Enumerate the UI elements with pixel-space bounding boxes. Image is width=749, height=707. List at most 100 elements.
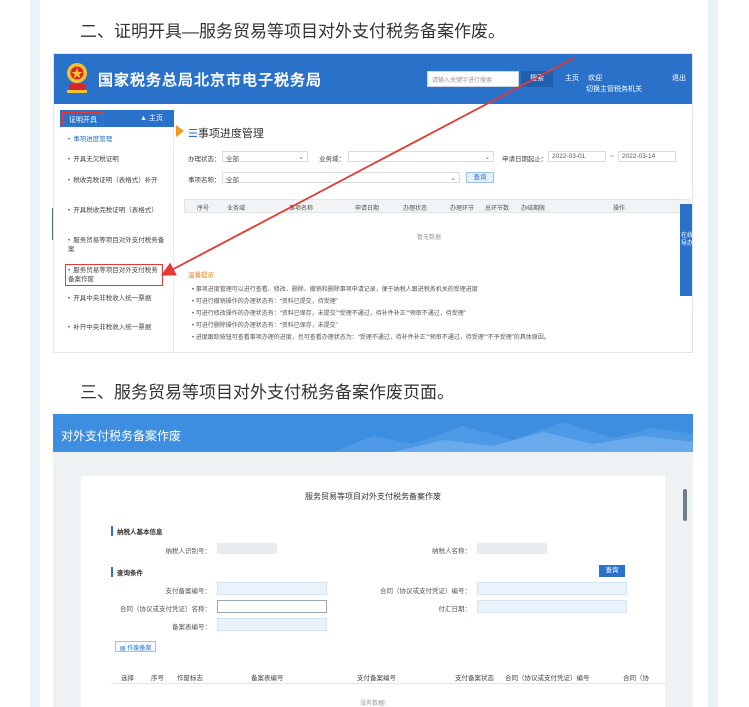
sidebar-header: 证明开具 ▲ 主页 — [60, 110, 174, 127]
item-name-value: 全部 — [226, 177, 239, 184]
bullet-icon: • — [68, 267, 71, 274]
tip-text: 进度跟踪按钮可查看事项办理的进度，也可查看办理状态为：“受理不通过，待补件补正”… — [195, 335, 550, 341]
exit-link[interactable]: 退出 — [672, 73, 686, 83]
payment-date-input[interactable] — [477, 600, 627, 613]
tip-item: • 可进行删除操作的办理状态有：“资料已保存，未提交” — [192, 323, 338, 329]
item-name-label: 事项名称： — [188, 177, 221, 184]
record-form-no-input[interactable] — [217, 618, 327, 631]
online-guide-float-button[interactable]: 在线导办 — [680, 204, 692, 296]
date-range-label: 申请日期起止： — [502, 156, 548, 163]
business-filter-select[interactable]: ⌄ — [348, 151, 494, 162]
bullet-icon: • — [68, 156, 71, 163]
page-title: ☰事项进度管理 — [188, 125, 264, 141]
left-page-edge — [30, 0, 40, 707]
chevron-down-icon: ⌄ — [484, 154, 490, 161]
great-wall-decoration-icon — [333, 422, 693, 452]
tips-title: 温馨提示 — [188, 272, 214, 279]
payment-record-no-label: 支付备案编号： — [165, 588, 212, 595]
col-header: 办结期限 — [521, 206, 546, 212]
date-separator: ~ — [610, 153, 614, 160]
home-link[interactable]: 主页 — [565, 73, 579, 83]
sidebar-item-payment-record[interactable]: • 服务贸易等项目对外支付税务备案 — [68, 236, 166, 254]
col-header: 序号 — [197, 206, 210, 212]
title-bars-icon: ☰ — [188, 128, 198, 140]
chevron-down-icon: ⌄ — [450, 175, 456, 182]
empty-table-message: 暂无数据 — [417, 235, 442, 241]
col-header: 备案表编号 — [251, 675, 284, 682]
switch-tax-authority-link[interactable]: 切换主管税务机关 — [586, 84, 642, 94]
bullet-icon: • — [68, 324, 71, 331]
tip-text: 事项进度管理可以进行查看、修改、删除、撤销和删除事项申请记录，便于纳税人跟进税务… — [195, 287, 478, 293]
sidebar-item-label: 开具无欠税证明 — [73, 156, 119, 163]
payment-date-label: 付汇日期： — [438, 606, 472, 613]
form-title: 服务贸易等项目对外支付税务备案作废 — [305, 492, 441, 501]
sidebar-item-issue-nontax-receipt[interactable]: • 开具中央非税收入统一票据 — [68, 294, 166, 303]
bullet-icon: • — [68, 177, 71, 184]
record-form-no-label: 备案表编号： — [172, 624, 211, 631]
col-header: 序号 — [151, 675, 164, 682]
bullet-icon: • — [68, 237, 71, 244]
contract-no-input[interactable] — [477, 582, 627, 595]
sidebar-home-link[interactable]: ▲ 主页 — [140, 113, 163, 123]
sidebar-item-no-arrears[interactable]: • 开具无欠税证明 — [68, 155, 166, 164]
status-filter-value: 全部 — [226, 156, 239, 163]
article-heading-step-2: 二、证明开具—服务贸易等项目对外支付税务备案作废。 — [80, 22, 505, 41]
date-from-input[interactable]: 2022-03-01 — [548, 151, 606, 162]
bullet-icon: • — [68, 136, 71, 143]
welcome-text: 欢迎 — [588, 75, 602, 82]
scrollbar-thumb[interactable] — [683, 489, 687, 521]
col-header: 总环节数 — [485, 206, 510, 212]
empty-table-message: 没有数据! — [360, 701, 386, 707]
taxpayer-name-label: 纳税人名称： — [432, 548, 471, 555]
business-filter-label: 业务域： — [319, 156, 345, 163]
void-record-button[interactable]: ▤ 作废备案 — [115, 641, 157, 652]
col-header: 业务域 — [227, 206, 246, 212]
cancel-form-card: 服务贸易等项目对外支付税务备案作废 纳税人基本信息 纳税人识别号： 纳税人名称：… — [81, 476, 665, 707]
sidebar-item-reissue-certificate[interactable]: • 税收完税证明（表格式）补开 — [68, 176, 166, 185]
screenshot-progress-management: 国家税务总局北京市电子税务局 请输入关键字进行搜索 搜索 主页 欢迎 切换主管税… — [53, 53, 693, 353]
bullet-icon: • — [68, 295, 71, 302]
item-name-select[interactable]: 全部 ⌄ — [222, 172, 460, 184]
record-table-header: 选择 序号 作废标志 备案表编号 支付备案编号 支付备案状态 合同（协议或支付凭… — [111, 668, 665, 684]
sidebar-item-label: 事项进度管理 — [73, 136, 113, 143]
col-header: 合同（协 — [623, 675, 649, 682]
status-filter-label: 办理状态： — [188, 156, 221, 163]
sidebar-item-issue-certificate[interactable]: • 开具税收完税证明（表格式） — [68, 206, 166, 215]
contract-no-label: 合同（协议或支付凭证）编号： — [380, 588, 471, 595]
right-page-edge — [708, 0, 718, 707]
tip-item: • 可进行撤销操作的办理状态有：“资料已提交，待受理” — [192, 299, 338, 305]
date-to-input[interactable]: 2022-03-14 — [618, 151, 676, 162]
cancel-page-header-title: 对外支付税务备案作废 — [61, 429, 182, 443]
progress-main-panel: ☰事项进度管理 办理状态： 全部 ⌄ 业务域： ⌄ 申请日期起止： 2022-03… — [176, 116, 690, 352]
query-button[interactable]: 查询 — [599, 565, 625, 577]
query-button[interactable]: 查询 — [466, 172, 494, 183]
tip-item: • 可进行修改操作的办理状态有：“资料已保存，未提交”“受理不通过，待补件补正”… — [192, 311, 466, 317]
header-search-button[interactable]: 搜索 — [521, 71, 553, 87]
progress-title-text: 事项进度管理 — [197, 128, 264, 140]
col-header: 申请日期 — [355, 206, 380, 212]
query-section-title: 查询条件 — [111, 567, 143, 577]
sidebar-item-label: 开具税收完税证明（表格式） — [73, 207, 158, 214]
bullet-icon: • — [68, 207, 71, 214]
sidebar-tab-certificate[interactable]: 证明开具 — [62, 112, 104, 126]
contract-name-input[interactable] — [217, 600, 327, 613]
payment-record-no-input[interactable] — [217, 582, 327, 595]
sidebar-item-reissue-nontax-receipt[interactable]: • 补开中央非税收入统一票据 — [68, 323, 166, 332]
sidebar: 证明开具 ▲ 主页 • 事项进度管理 • 开具无欠税证明 • 税收完税证明（表格式）补… — [60, 110, 174, 352]
sidebar-item-payment-record-cancel[interactable]: • 服务贸易等项目对外支付税务备案作废 — [65, 264, 163, 286]
tax-emblem-icon — [67, 63, 87, 93]
article-heading-step-3: 三、服务贸易等项目对外支付税务备案作废页面。 — [80, 383, 454, 402]
sidebar-item-progress[interactable]: • 事项进度管理 — [68, 135, 166, 144]
col-header: 支付备案编号 — [357, 675, 396, 682]
cancel-page-header: 对外支付税务备案作废 — [53, 414, 693, 452]
col-header: 作废标志 — [177, 675, 203, 682]
sidebar-item-label: 税收完税证明（表格式）补开 — [73, 177, 158, 184]
taxpayer-id-value-redacted — [217, 543, 277, 554]
header-search-input[interactable]: 请输入关键字进行搜索 — [427, 71, 519, 87]
taxpayer-id-label: 纳税人识别号： — [165, 548, 212, 555]
sidebar-item-label: 服务贸易等项目对外支付税务备案作废 — [68, 267, 158, 283]
status-filter-select[interactable]: 全部 ⌄ — [222, 151, 308, 163]
void-record-label: 作废备案 — [127, 646, 152, 652]
page-root: 二、证明开具—服务贸易等项目对外支付税务备案作废。 国家税务总局北京市电子税务局… — [0, 0, 749, 707]
taxpayer-name-value-redacted — [477, 543, 547, 554]
